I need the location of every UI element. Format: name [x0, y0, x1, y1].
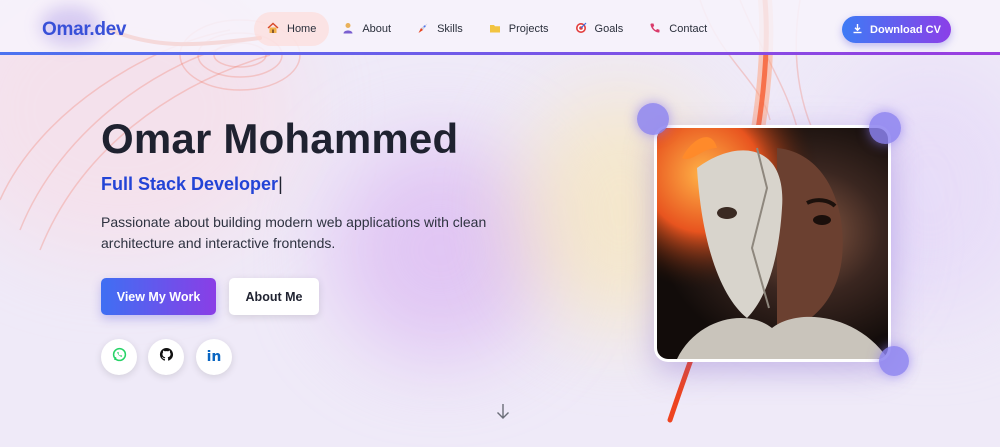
rocket-icon — [417, 22, 429, 37]
nav-skills[interactable]: Skills — [404, 12, 476, 46]
logo[interactable]: Omar.dev — [42, 19, 127, 41]
nav-projects[interactable]: Projects — [476, 12, 562, 46]
whatsapp-link[interactable] — [101, 339, 137, 375]
download-icon — [852, 23, 863, 37]
hero-section: Omar Mohammed Full Stack Developer| Pass… — [0, 55, 1000, 447]
nav-about[interactable]: About — [329, 12, 404, 46]
person-icon — [342, 22, 354, 37]
hero-role-text: Full Stack Developer — [101, 174, 279, 194]
hero-name: Omar Mohammed — [101, 115, 459, 162]
hero-description: Passionate about building modern web app… — [101, 214, 487, 251]
github-icon — [159, 347, 174, 367]
download-cv-label: Download CV — [870, 23, 941, 36]
typing-cursor: | — [278, 174, 283, 194]
nav-contact[interactable]: Contact — [636, 12, 720, 46]
profile-photo-frame — [654, 125, 891, 362]
about-me-button[interactable]: About Me — [229, 278, 319, 315]
decorative-dot — [869, 112, 901, 144]
folder-icon — [489, 22, 501, 37]
nav-goals[interactable]: Goals — [562, 12, 637, 46]
house-icon — [267, 22, 279, 37]
download-cv-button[interactable]: Download CV — [842, 16, 951, 43]
linkedin-icon: in — [206, 349, 222, 365]
nav-about-label: About — [362, 23, 392, 35]
target-icon — [575, 22, 587, 37]
github-link[interactable] — [148, 339, 184, 375]
view-my-work-button[interactable]: View My Work — [101, 278, 216, 315]
nav-goals-label: Goals — [594, 23, 624, 35]
nav-contact-label: Contact — [669, 23, 708, 35]
scroll-down-icon[interactable] — [494, 402, 512, 422]
hero-role: Full Stack Developer| — [101, 174, 283, 195]
whatsapp-icon — [112, 347, 127, 367]
site-header: Omar.dev Home About Skills Projects Goal… — [0, 0, 1000, 55]
main-nav: Home About Skills Projects Goals Contact — [254, 12, 720, 46]
decorative-dot — [879, 346, 909, 376]
nav-projects-label: Projects — [508, 23, 549, 35]
profile-photo — [657, 128, 888, 359]
linkedin-link[interactable]: in — [196, 339, 232, 375]
nav-skills-label: Skills — [437, 23, 463, 35]
decorative-dot — [637, 103, 669, 135]
nav-home[interactable]: Home — [254, 12, 330, 46]
phone-icon — [649, 22, 661, 37]
nav-home-label: Home — [287, 23, 317, 35]
